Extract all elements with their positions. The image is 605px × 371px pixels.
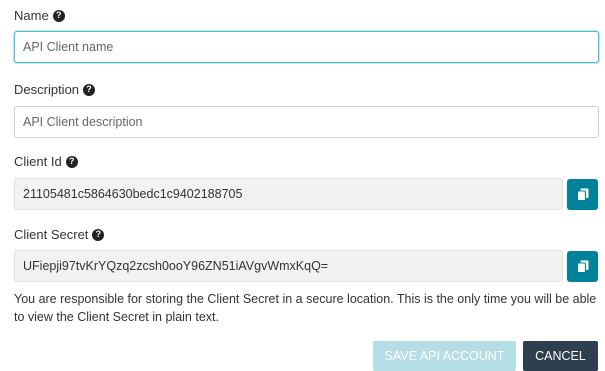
copy-icon [576, 188, 588, 201]
description-label: Description [14, 82, 80, 97]
copy-client-secret-button[interactable] [567, 251, 598, 282]
name-label: Name [14, 8, 49, 23]
name-input[interactable] [14, 31, 599, 63]
client-id-value: 21105481c5864630bedc1c9402188705 [23, 187, 243, 201]
client-secret-label-row: Client Secret ? [14, 227, 105, 242]
question-circle-icon[interactable]: ? [92, 228, 105, 241]
copy-client-id-button[interactable] [567, 179, 598, 210]
client-id-label: Client Id [14, 154, 62, 169]
client-secret-field[interactable]: UFiepji97tvKrYQzq2zcsh0ooY96ZN51iAVgvWmx… [14, 250, 563, 282]
client-secret-label: Client Secret [14, 227, 89, 242]
secret-storage-note: You are responsible for storing the Clie… [14, 292, 597, 324]
question-circle-icon[interactable]: ? [52, 9, 65, 22]
question-circle-icon[interactable]: ? [65, 155, 78, 168]
question-circle-icon[interactable]: ? [83, 83, 96, 96]
client-secret-value: UFiepji97tvKrYQzq2zcsh0ooY96ZN51iAVgvWmx… [23, 259, 329, 273]
description-input[interactable] [14, 106, 599, 138]
client-id-label-row: Client Id ? [14, 154, 78, 169]
description-label-row: Description ? [14, 82, 96, 97]
copy-icon [576, 260, 588, 273]
client-id-field[interactable]: 21105481c5864630bedc1c9402188705 [14, 178, 563, 210]
name-label-row: Name ? [14, 8, 65, 23]
